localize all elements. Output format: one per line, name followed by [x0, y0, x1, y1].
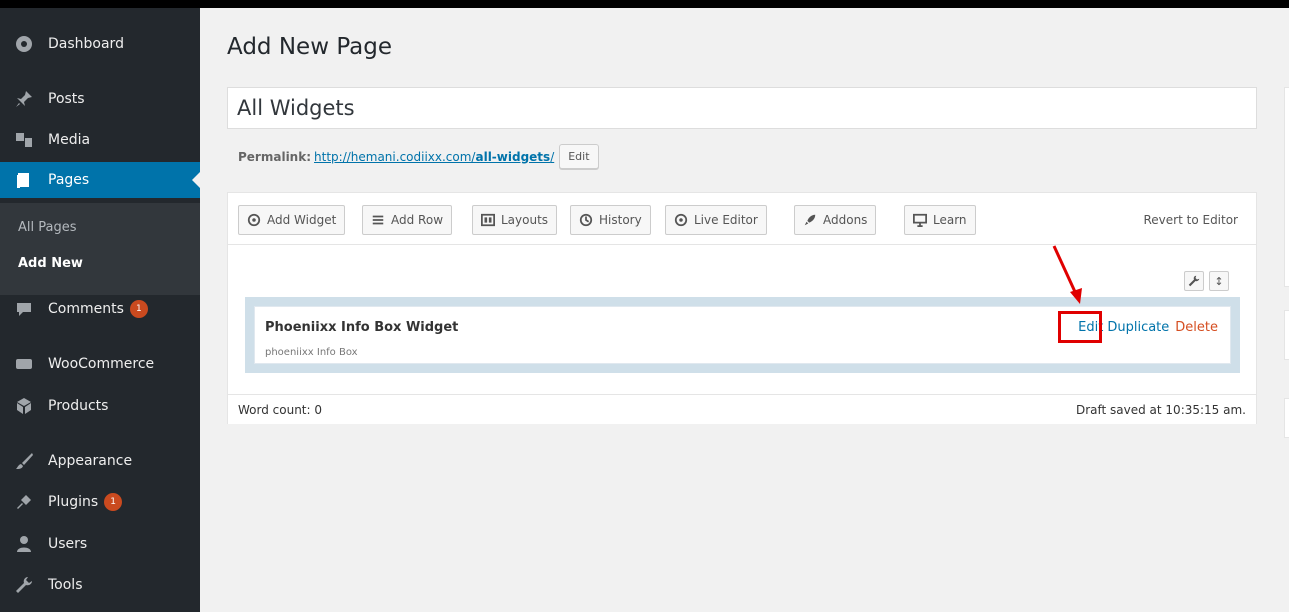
sidebar-item-comments[interactable]: Comments 1 — [0, 291, 200, 327]
row-move-handle-icon[interactable]: ↕ — [1209, 271, 1229, 291]
sidebar-item-label: Pages — [48, 172, 90, 188]
comment-icon — [0, 299, 48, 319]
live-editor-button[interactable]: Live Editor — [665, 205, 767, 235]
side-panel-edge — [1284, 87, 1289, 287]
addons-button[interactable]: Addons — [794, 205, 877, 235]
permalink-link[interactable]: http://hemani.codiixx.com/all-widgets/ — [314, 150, 554, 164]
builder-toolbar: Add Widget Add Row Layouts History Live … — [228, 193, 1256, 245]
sidebar-item-plugins[interactable]: Plugins 1 — [0, 484, 200, 520]
top-bar — [0, 0, 1289, 8]
users-icon — [0, 534, 48, 554]
sidebar-item-label: Dashboard — [48, 36, 124, 52]
sidebar-item-label: Tools — [48, 577, 83, 593]
brush-icon — [0, 451, 48, 471]
sidebar-item-appearance[interactable]: Appearance — [0, 443, 200, 479]
sidebar-item-label: Products — [48, 398, 109, 414]
layouts-button[interactable]: Layouts — [472, 205, 558, 235]
submenu-add-new[interactable]: Add New — [18, 256, 83, 271]
pages-icon — [0, 170, 48, 190]
widget-duplicate-link[interactable]: Duplicate — [1107, 320, 1169, 335]
sidebar-item-label: Comments — [48, 301, 124, 317]
sidebar-item-pages[interactable]: Pages — [0, 162, 200, 198]
add-row-button[interactable]: Add Row — [362, 205, 453, 235]
sidebar-item-posts[interactable]: Posts — [0, 81, 200, 117]
wrench-icon — [0, 575, 48, 595]
red-annotation-arrow — [1052, 245, 1082, 304]
side-panel-edge-3 — [1284, 398, 1289, 438]
sidebar-item-label: Posts — [48, 91, 85, 107]
permalink-edit-button[interactable]: Edit — [559, 144, 599, 169]
widget-delete-link[interactable]: Delete — [1175, 320, 1218, 335]
addons-label: Addons — [823, 213, 868, 227]
plug-icon — [0, 492, 48, 512]
draft-saved-status: Draft saved at 10:35:15 am. — [1075, 403, 1246, 417]
sidebar-item-tools[interactable]: Tools — [0, 567, 200, 603]
permalink-tail: / — [550, 149, 555, 164]
rocket-icon — [804, 214, 816, 226]
sidebar-item-label: WooCommerce — [48, 356, 155, 372]
side-panel-edge-2 — [1284, 310, 1289, 360]
edit-highlight-box — [1058, 311, 1102, 343]
plugins-count-badge: 1 — [104, 493, 123, 511]
widget-title: Phoeniixx Info Box Widget — [265, 320, 459, 335]
post-title-input[interactable] — [227, 87, 1257, 129]
page-title: Add New Page — [227, 34, 392, 60]
history-icon — [579, 213, 593, 227]
dashboard-icon — [0, 34, 48, 54]
sidebar-item-label: Users — [48, 536, 88, 552]
page-builder-panel: Add Widget Add Row Layouts History Live … — [227, 192, 1257, 424]
learn-button[interactable]: Learn — [904, 205, 976, 235]
add-row-label: Add Row — [391, 213, 444, 227]
word-count: Word count: 0 — [238, 403, 323, 417]
sidebar-item-label: Appearance — [48, 453, 133, 469]
add-widget-label: Add Widget — [267, 213, 337, 227]
rows-icon — [372, 215, 384, 225]
permalink-slug: all-widgets — [475, 149, 551, 164]
row-settings-wrench-icon[interactable] — [1184, 271, 1204, 291]
live-editor-label: Live Editor — [694, 213, 758, 227]
eye-icon — [674, 213, 688, 227]
layouts-label: Layouts — [501, 213, 549, 227]
editor-status-bar: Word count: 0 Draft saved at 10:35:15 am… — [228, 394, 1256, 424]
revert-to-editor-link[interactable]: Revert to Editor — [1144, 213, 1239, 227]
woo-icon — [0, 354, 48, 374]
pages-submenu: All Pages Add New — [0, 203, 200, 295]
sidebar-item-label: Plugins — [48, 494, 99, 510]
sidebar-item-users[interactable]: Users — [0, 526, 200, 562]
comments-count-badge: 1 — [129, 300, 148, 318]
sidebar-item-dashboard[interactable]: Dashboard — [0, 26, 200, 62]
permalink-label: Permalink: — [238, 149, 312, 164]
sidebar-item-products[interactable]: Products — [0, 388, 200, 424]
history-button[interactable]: History — [570, 205, 651, 235]
presentation-icon — [913, 213, 927, 227]
cube-icon — [0, 396, 48, 416]
permalink-bar: Permalink: http://hemani.codiixx.com/all… — [238, 144, 599, 169]
widget-description: phoeniixx Info Box — [265, 347, 358, 358]
media-icon — [0, 130, 48, 150]
gear-icon — [247, 213, 261, 227]
submenu-all-pages[interactable]: All Pages — [18, 220, 77, 235]
current-menu-arrow — [192, 172, 200, 188]
learn-label: Learn — [933, 213, 967, 227]
permalink-base: http://hemani.codiixx.com/ — [314, 149, 476, 164]
history-label: History — [599, 213, 642, 227]
add-widget-button[interactable]: Add Widget — [238, 205, 346, 235]
pin-icon — [0, 89, 48, 109]
layout-icon — [481, 213, 495, 227]
sidebar-item-media[interactable]: Media — [0, 122, 200, 158]
admin-sidebar: Dashboard Posts Media Pages All Pages Ad… — [0, 8, 200, 612]
sidebar-item-label: Media — [48, 132, 91, 148]
sidebar-item-woocommerce[interactable]: WooCommerce — [0, 346, 200, 382]
